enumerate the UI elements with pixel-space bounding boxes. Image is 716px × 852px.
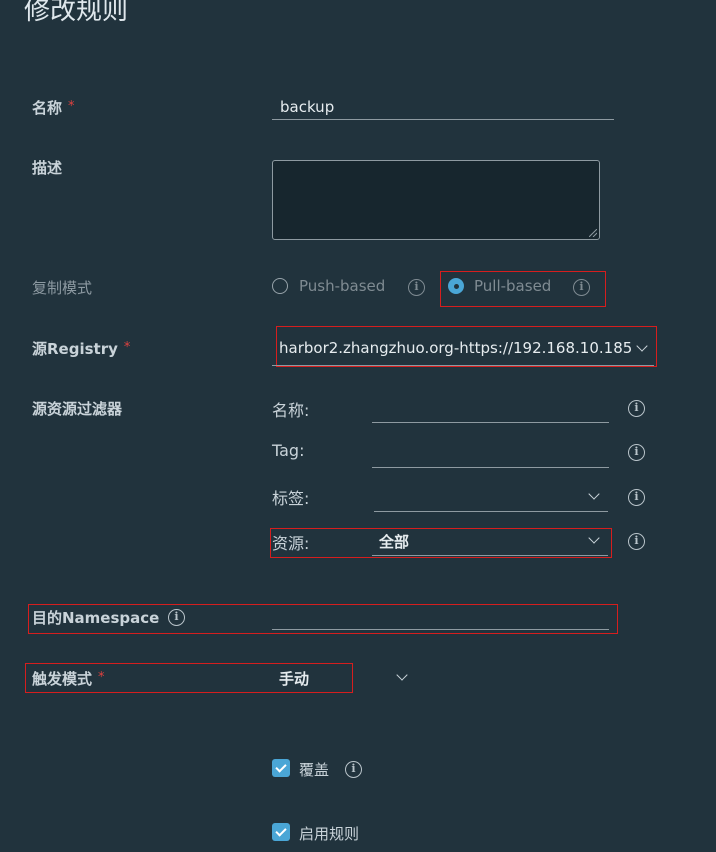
dest-namespace-input[interactable] xyxy=(272,605,609,630)
override-info-icon[interactable]: i xyxy=(345,761,362,778)
filter-resource-select[interactable]: 全部 xyxy=(372,529,608,556)
source-registry-label: 源Registry * xyxy=(32,340,131,358)
required-marker: * xyxy=(123,340,131,355)
enable-rule-checkbox[interactable] xyxy=(272,823,290,841)
filter-labels-info-icon[interactable]: i xyxy=(628,489,645,506)
filter-name-input[interactable] xyxy=(372,398,609,423)
dest-namespace-info-icon[interactable]: i xyxy=(168,609,185,626)
replication-mode-label: 复制模式 xyxy=(32,279,93,297)
chevron-down-icon xyxy=(636,340,648,352)
filter-tag-info-icon[interactable]: i xyxy=(628,444,645,461)
pull-based-info-icon[interactable]: i xyxy=(573,279,590,296)
push-based-info-icon[interactable]: i xyxy=(408,279,425,296)
filter-name-info-icon[interactable]: i xyxy=(628,400,645,417)
source-filter-label: 源资源过滤器 xyxy=(32,400,123,418)
description-textarea[interactable] xyxy=(272,160,600,240)
dest-namespace-label: 目的Namespace xyxy=(32,609,160,627)
chevron-down-icon xyxy=(588,532,600,544)
trigger-mode-label: 触发模式 * xyxy=(32,670,105,688)
filter-labels-select[interactable] xyxy=(374,485,608,512)
source-registry-value: harbor2.zhangzhuo.org-https://192.168.10… xyxy=(279,339,633,357)
filter-resource-label: 资源: xyxy=(272,534,310,553)
chevron-down-icon xyxy=(396,669,408,681)
resize-handle-icon[interactable] xyxy=(589,229,597,237)
pull-based-label[interactable]: Pull-based xyxy=(474,277,551,295)
filter-resource-info-icon[interactable]: i xyxy=(628,533,645,550)
name-input[interactable]: backup xyxy=(272,96,614,120)
push-based-radio[interactable] xyxy=(272,278,288,294)
override-checkbox[interactable] xyxy=(272,759,290,777)
override-label[interactable]: 覆盖 xyxy=(299,759,329,780)
description-label: 描述 xyxy=(32,159,63,177)
filter-tag-input[interactable] xyxy=(372,443,609,468)
chevron-down-icon xyxy=(588,488,600,500)
trigger-mode-value: 手动 xyxy=(279,670,310,688)
filter-resource-value: 全部 xyxy=(379,533,410,551)
page-title: 修改规则 xyxy=(24,0,129,26)
pull-based-radio[interactable] xyxy=(448,278,464,294)
required-marker: * xyxy=(98,670,105,685)
push-based-label[interactable]: Push-based xyxy=(299,277,385,295)
filter-labels-label: 标签: xyxy=(272,489,310,508)
required-marker: * xyxy=(68,99,75,114)
enable-rule-label[interactable]: 启用规则 xyxy=(299,823,359,844)
trigger-mode-select[interactable]: 手动 xyxy=(272,666,414,692)
name-field-label: 名称 * xyxy=(32,99,75,117)
filter-tag-label: Tag: xyxy=(272,441,305,460)
filter-name-label: 名称: xyxy=(272,401,310,420)
source-registry-select[interactable]: harbor2.zhangzhuo.org-https://192.168.10… xyxy=(272,338,654,366)
